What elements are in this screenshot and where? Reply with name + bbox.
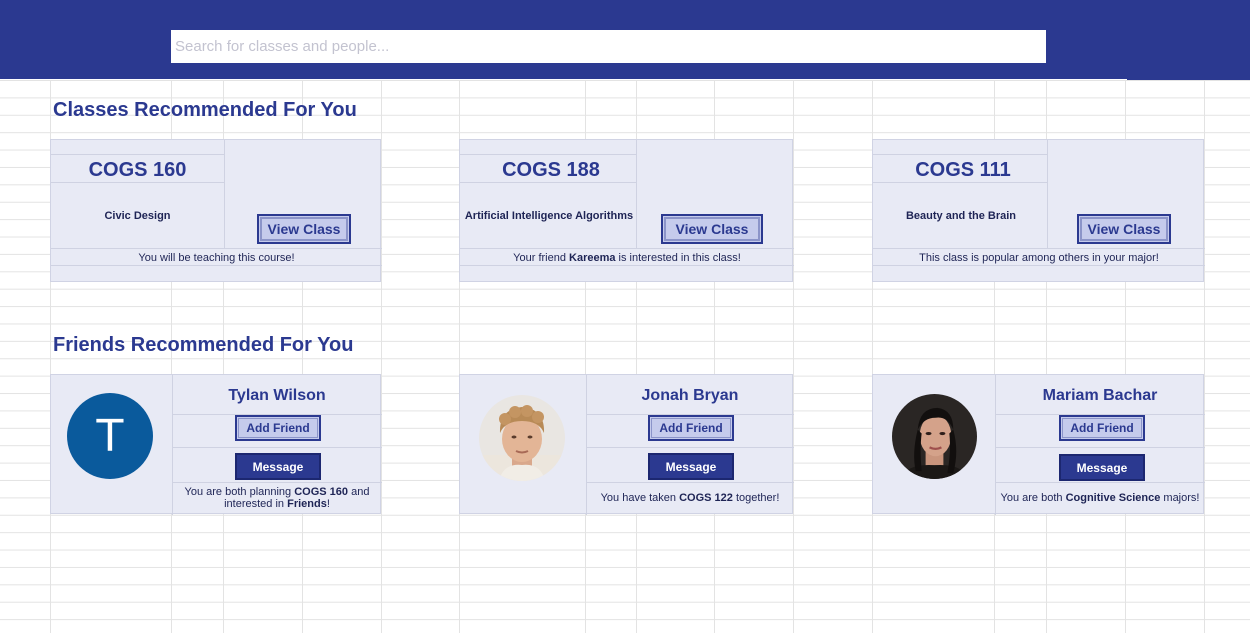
message-button[interactable]: Message (1059, 454, 1145, 481)
avatar: T (67, 393, 153, 479)
view-class-button[interactable]: View Class (661, 214, 763, 244)
top-bar-edge (1127, 78, 1250, 80)
class-card: COGS 111 Beauty and the Brain View Class… (872, 139, 1205, 282)
person-photo-icon (479, 395, 565, 481)
friend-note: You have taken COGS 122 together! (600, 492, 780, 504)
view-class-button[interactable]: View Class (257, 214, 351, 244)
add-friend-button[interactable]: Add Friend (235, 415, 321, 441)
person-photo-icon (892, 394, 977, 479)
message-button[interactable]: Message (235, 453, 321, 480)
add-friend-button[interactable]: Add Friend (1059, 415, 1145, 441)
class-note: You will be teaching this course! (138, 252, 295, 264)
class-note: Your friend Kareema is interested in thi… (513, 252, 741, 264)
avatar-photo (892, 394, 977, 479)
course-name: Artificial Intelligence Algorithms (464, 210, 634, 222)
class-card: COGS 160 Civic Design View Class You wil… (50, 139, 382, 282)
friend-name: Jonah Bryan (641, 387, 739, 404)
friend-note: You are both planning COGS 160 and intere… (184, 486, 370, 510)
course-code: COGS 111 (915, 159, 1011, 181)
course-name: Beauty and the Brain (905, 210, 1017, 222)
avatar-photo (479, 395, 565, 481)
view-class-button[interactable]: View Class (1077, 214, 1171, 244)
course-code: COGS 188 (502, 159, 600, 181)
friend-card: T Tylan Wilson Add Friend Message You ar… (50, 374, 382, 515)
add-friend-button[interactable]: Add Friend (648, 415, 734, 441)
grid-line (1204, 80, 1205, 633)
friend-name: Mariam Bachar (1042, 387, 1158, 404)
friend-note: You are both Cognitive Science majors! (1000, 492, 1200, 504)
course-name: Civic Design (104, 210, 171, 222)
classes-section-title: Classes Recommended For You (53, 99, 357, 121)
course-code: COGS 160 (88, 159, 187, 181)
search-input[interactable] (171, 30, 1046, 63)
grid-line (793, 80, 794, 633)
message-button[interactable]: Message (648, 453, 734, 480)
friend-name: Tylan Wilson (228, 387, 326, 404)
friends-section-title: Friends Recommended For You (53, 334, 354, 356)
class-card: COGS 188 Artificial Intelligence Algorit… (459, 139, 794, 282)
class-note: This class is popular among others in yo… (919, 252, 1159, 264)
friend-card: Jonah Bryan Add Friend Message You have … (459, 374, 794, 515)
grid-line (381, 80, 382, 633)
friend-card: Mariam Bachar Add Friend Message You are… (872, 374, 1205, 515)
